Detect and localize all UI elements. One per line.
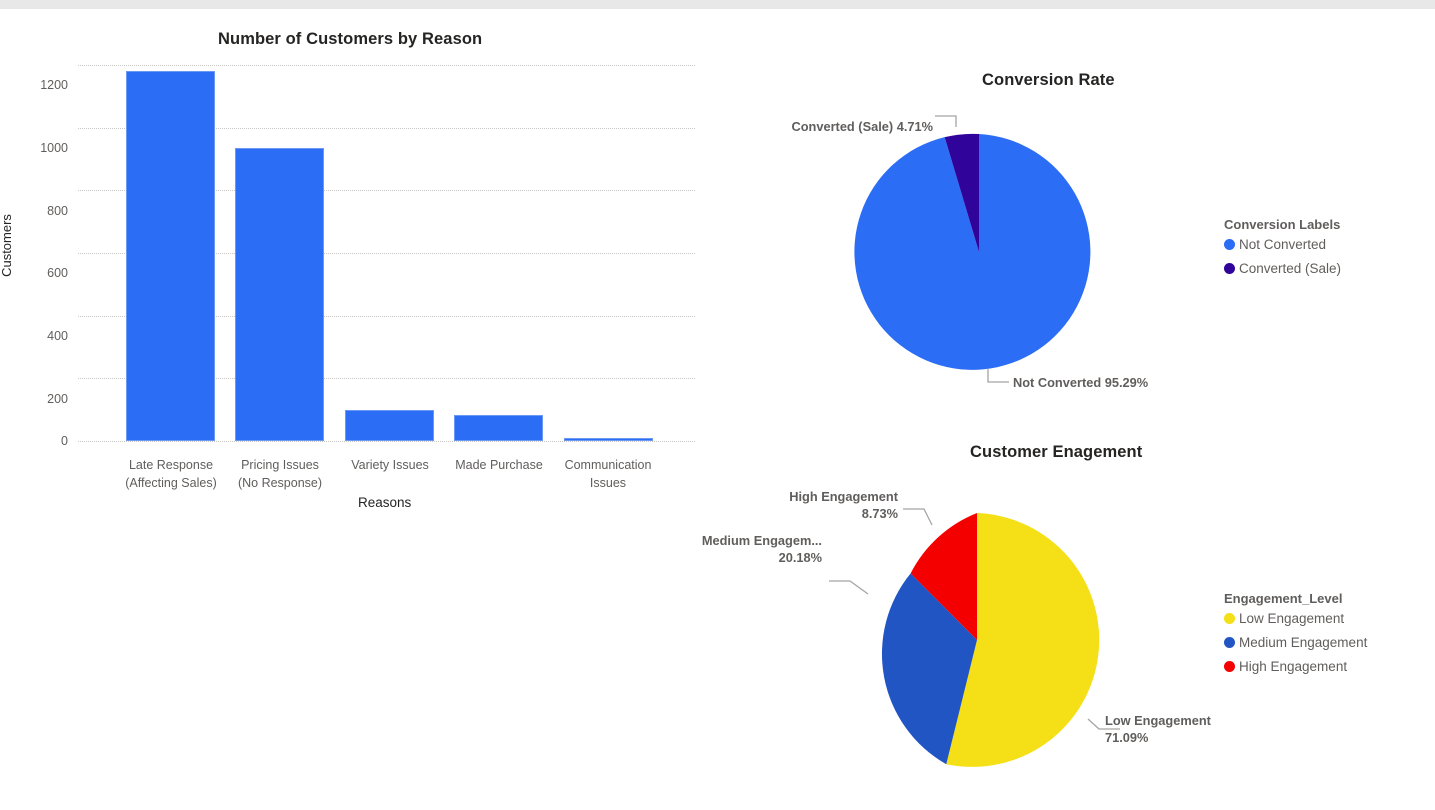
y-tick-400: 400 [47,329,68,343]
bar-pricing-issues[interactable] [235,148,324,441]
y-tick-1200: 1200 [40,78,68,92]
legend-item-converted-sale[interactable]: Converted (Sale) [1224,261,1341,276]
bar-variety-issues[interactable] [345,409,434,441]
engagement-legend[interactable]: Engagement_Level Low Engagement Medium E… [1224,591,1367,683]
callout-low-value: 71.09% [1105,730,1149,745]
x-label-line1: Made Purchase [455,458,543,472]
x-label-pricing-issues: Pricing Issues (No Response) [219,456,341,492]
legend-item-low-engagement[interactable]: Low Engagement [1224,611,1367,626]
y-tick-200: 200 [47,392,68,406]
x-label-line2: (Affecting Sales) [125,476,217,490]
top-strip [0,0,1435,9]
bar-chart-title: Number of Customers by Reason [218,30,483,48]
x-label-line1: Variety Issues [351,458,429,472]
x-label-late-response: Late Response (Affecting Sales) [110,456,232,492]
x-label-line1: Pricing Issues [241,458,319,472]
legend-dot-icon [1224,263,1235,274]
callout-low-name: Low Engagement [1105,713,1211,728]
x-label-line1: Late Response [128,458,214,472]
callout-not-converted: Not Converted 95.29% [1013,375,1149,390]
y-axis-title: Customers [0,214,14,277]
callout-leader-high [903,508,933,526]
bar-chart-panel[interactable]: Number of Customers by Reason 1200 1000 … [0,20,720,510]
legend-dot-icon [1224,637,1235,648]
bar-communication-issues[interactable] [564,438,653,441]
x-label-communication-issues: Communication Issues [547,456,669,492]
legend-label: Low Engagement [1239,611,1345,626]
gridline-1200 [78,65,695,66]
legend-dot-icon [1224,613,1235,624]
customer-engagement-panel[interactable]: Customer Enagement High Engagement 8.73%… [700,430,1220,810]
legend-item-medium-engagement[interactable]: Medium Engagement [1224,635,1367,650]
callout-medium-name: Medium Engagem... [701,533,822,548]
legend-label: Medium Engagement [1239,635,1368,650]
legend-dot-icon [1224,239,1235,250]
engagement-legend-title: Engagement_Level [1224,591,1343,606]
conversion-legend-title: Conversion Labels [1224,217,1341,232]
x-label-variety-issues: Variety Issues [329,456,451,474]
conversion-rate-pie[interactable] [760,55,1220,415]
customer-engagement-pie[interactable] [700,430,1220,810]
y-tick-0: 0 [61,434,68,448]
x-label-line2: (No Response) [237,476,323,490]
x-label-line1: Communication [564,458,652,472]
callout-high-engagement: High Engagement 8.73% [600,488,898,522]
callout-converted-sale: Converted (Sale) 4.71% [791,119,933,134]
bar-made-purchase[interactable] [454,415,543,441]
callout-low-engagement: Low Engagement 71.09% [1105,712,1211,746]
legend-dot-icon [1224,661,1235,672]
y-tick-1000: 1000 [40,141,68,155]
callout-medium-engagement: Medium Engagem... 20.18% [600,532,822,566]
dashboard-page: Number of Customers by Reason 1200 1000 … [0,0,1435,810]
callout-leader-converted [935,115,957,127]
callout-leader-not-converted [987,369,1009,383]
conversion-legend[interactable]: Conversion Labels Not Converted Converte… [1224,217,1341,285]
callout-medium-value: 20.18% [778,550,822,565]
legend-label: High Engagement [1239,659,1348,674]
y-tick-800: 800 [47,204,68,218]
gridline-0 [78,441,695,442]
callout-high-value: 8.73% [861,506,898,521]
legend-item-high-engagement[interactable]: High Engagement [1224,659,1367,674]
legend-label: Converted (Sale) [1239,261,1342,276]
legend-item-not-converted[interactable]: Not Converted [1224,237,1341,252]
callout-high-name: High Engagement [789,489,898,504]
x-axis-title: Reasons [358,495,412,510]
y-tick-600: 600 [47,266,68,280]
conversion-rate-panel[interactable]: Conversion Rate Converted (Sale) 4.71% N… [760,55,1220,415]
legend-label: Not Converted [1239,237,1327,252]
callout-leader-medium [829,580,869,595]
bar-late-response[interactable] [126,71,215,441]
bar-plot-area [78,65,695,442]
x-label-made-purchase: Made Purchase [438,456,560,474]
